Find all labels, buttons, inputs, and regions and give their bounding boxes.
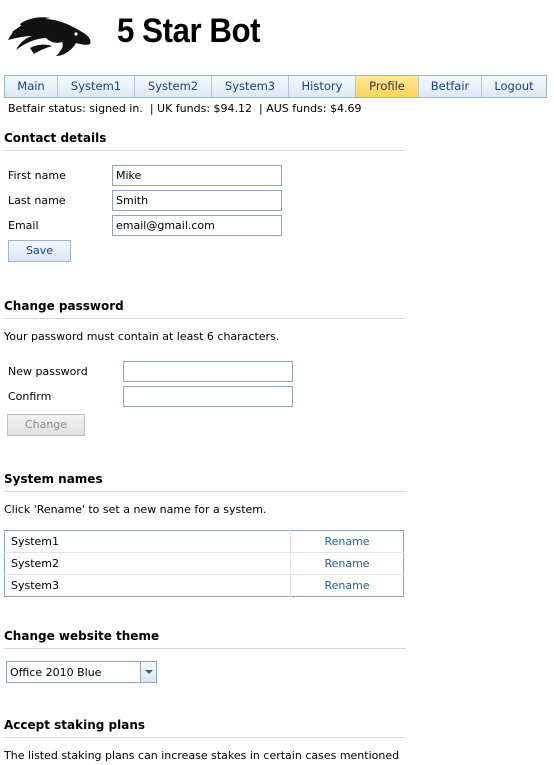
chevron-down-icon[interactable] (140, 662, 156, 682)
last-name-label: Last name (8, 194, 66, 207)
tab-system3[interactable]: System3 (212, 76, 289, 97)
theme-select[interactable]: Office 2010 Blue (6, 661, 157, 683)
email-label: Email (8, 219, 39, 232)
system-name-cell: System3 (4, 574, 291, 597)
tab-betfair[interactable]: Betfair (419, 76, 482, 97)
tab-logout[interactable]: Logout (482, 76, 546, 97)
system-name-cell: System1 (4, 530, 291, 553)
contact-details-heading: Contact details (4, 131, 406, 151)
email-field[interactable] (112, 215, 282, 236)
table-row: System2 Rename (4, 552, 404, 575)
tab-system2[interactable]: System2 (135, 76, 212, 97)
last-name-field[interactable] (112, 190, 282, 211)
betfair-status: Betfair status: signed in. | UK funds: $… (8, 102, 362, 115)
system-names-heading: System names (4, 472, 406, 492)
system-names-hint: Click 'Rename' to set a new name for a s… (4, 503, 267, 516)
rename-link[interactable]: Rename (291, 575, 404, 597)
header: 5 Star Bot (0, 0, 554, 72)
tab-profile[interactable]: Profile (356, 76, 419, 97)
website-theme-heading: Change website theme (4, 629, 406, 649)
confirm-password-field[interactable] (123, 386, 293, 407)
change-password-button[interactable]: Change (7, 414, 85, 436)
table-row: System1 Rename (4, 530, 404, 553)
system-name-cell: System2 (4, 552, 291, 575)
table-row: System3 Rename (4, 574, 404, 597)
main-nav: Main System1 System2 System3 History Pro… (4, 75, 547, 98)
horse-head-logo-icon (8, 17, 91, 56)
confirm-password-label: Confirm (8, 390, 52, 403)
rename-link[interactable]: Rename (290, 552, 404, 575)
theme-select-value: Office 2010 Blue (10, 666, 102, 679)
change-password-heading: Change password (4, 299, 406, 319)
tab-main[interactable]: Main (5, 76, 58, 97)
staking-plans-text: The listed staking plans can increase st… (4, 749, 400, 762)
save-button[interactable]: Save (8, 240, 71, 262)
system-names-table: System1 Rename System2 Rename System3 Re… (4, 530, 404, 597)
tab-system1[interactable]: System1 (58, 76, 135, 97)
first-name-label: First name (8, 169, 66, 182)
new-password-field[interactable] (123, 361, 293, 382)
rename-link[interactable]: Rename (290, 530, 404, 553)
first-name-field[interactable] (112, 165, 282, 186)
tab-history[interactable]: History (289, 76, 356, 97)
new-password-label: New password (8, 365, 88, 378)
app-title: 5 Star Bot (117, 12, 261, 50)
password-hint: Your password must contain at least 6 ch… (4, 330, 280, 343)
staking-plans-heading: Accept staking plans (4, 718, 406, 738)
